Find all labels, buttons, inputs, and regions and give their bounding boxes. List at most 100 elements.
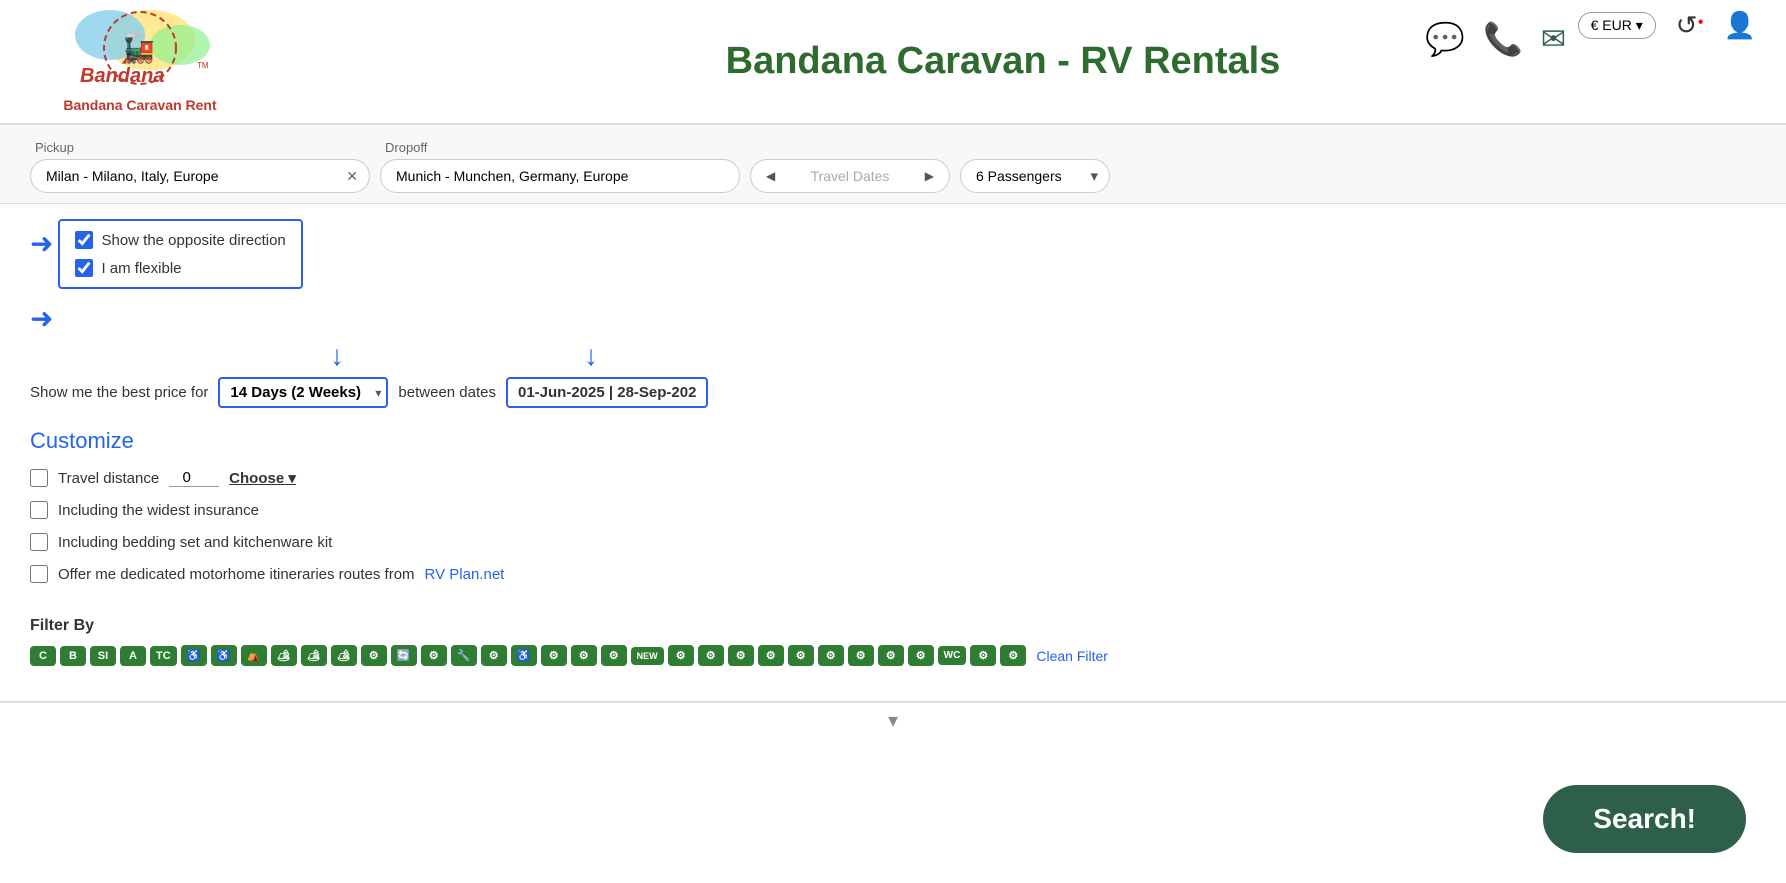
pickup-field-group: Pickup ✕ xyxy=(30,140,370,193)
currency-label: € EUR xyxy=(1591,17,1632,33)
arrow-right-1-icon: ➜ xyxy=(30,227,53,260)
user-icon[interactable]: 👤 xyxy=(1724,10,1756,41)
options-section: ➜ ➜ Show the opposite direction I am fle… xyxy=(0,204,1786,423)
currency-chevron-icon: ▾ xyxy=(1636,17,1643,33)
dropoff-input-wrap xyxy=(380,159,740,193)
filter-icon-gear5[interactable]: ⚙ xyxy=(571,645,597,666)
currency-selector[interactable]: € EUR ▾ xyxy=(1578,12,1656,39)
chevron-down-icon: ▾ xyxy=(888,710,898,732)
opposite-direction-option[interactable]: Show the opposite direction xyxy=(75,231,285,249)
arrow-right-2-icon: ➜ xyxy=(30,302,53,335)
filter-icon-c[interactable]: C xyxy=(30,646,56,666)
rv-plan-link[interactable]: RV Plan.net xyxy=(425,566,505,583)
opposite-direction-label: Show the opposite direction xyxy=(101,232,285,249)
dropoff-label: Dropoff xyxy=(380,140,740,155)
filter-icon-gear8[interactable]: ⚙ xyxy=(698,645,724,666)
arrow-down-2-icon: ↓ xyxy=(584,340,598,372)
choose-button[interactable]: Choose ▾ xyxy=(229,469,296,487)
filter-icon-cycle[interactable]: 🔄 xyxy=(391,645,417,666)
travel-dates-field-group: ◀ Travel Dates ▶ xyxy=(750,140,950,193)
widest-insurance-checkbox[interactable] xyxy=(30,501,48,519)
filter-icon-tc[interactable]: TC xyxy=(150,646,177,666)
filter-title: Filter By xyxy=(30,617,1756,635)
filter-icon-gear11[interactable]: ⚙ xyxy=(788,645,814,666)
customize-title: Customize xyxy=(30,428,1756,454)
filter-icon-gear9[interactable]: ⚙ xyxy=(728,645,754,666)
filter-icon-camp2[interactable]: 🏕 xyxy=(301,645,327,666)
filter-icon-b[interactable]: B xyxy=(60,646,86,666)
filter-icon-gear7[interactable]: ⚙ xyxy=(668,645,694,666)
travel-dates-next-icon[interactable]: ▶ xyxy=(925,169,934,183)
widest-insurance-option: Including the widest insurance xyxy=(30,501,1756,519)
filter-icon-gear4[interactable]: ⚙ xyxy=(541,645,567,666)
filter-icon-wc[interactable]: WC xyxy=(938,646,967,665)
filter-icons-row: C B SI A TC ♿ ♿ ⛺ 🏕 🏕 🏕 ⚙ 🔄 ⚙ 🔧 ⚙ ♿ ⚙ ⚙ … xyxy=(30,645,1756,666)
svg-text:🚂: 🚂 xyxy=(120,32,155,65)
phone-icon[interactable]: 📞 xyxy=(1483,20,1523,58)
flexible-checkbox[interactable] xyxy=(75,259,93,277)
search-button[interactable]: Search! xyxy=(1543,785,1746,853)
svg-text:TM: TM xyxy=(197,61,209,70)
travel-distance-input[interactable] xyxy=(169,469,219,487)
clean-filter-link[interactable]: Clean Filter xyxy=(1036,648,1108,664)
travel-dates-text: Travel Dates xyxy=(811,168,890,184)
logo-image: 🚂 Bandana TM xyxy=(50,10,230,95)
blue-arrows: ➜ ➜ xyxy=(30,219,53,335)
pickup-clear-button[interactable]: ✕ xyxy=(346,168,358,185)
filter-icon-gear16[interactable]: ⚙ xyxy=(970,645,996,666)
logo-area: 🚂 Bandana TM Bandana Caravan Rent xyxy=(30,10,250,113)
filter-icon-a[interactable]: A xyxy=(120,646,146,666)
filter-icon-camp3[interactable]: 🏕 xyxy=(331,645,357,666)
filter-icon-gear3[interactable]: ⚙ xyxy=(481,645,507,666)
filter-icon-accessible[interactable]: ♿ xyxy=(211,645,237,666)
travel-dates-button[interactable]: ◀ Travel Dates ▶ xyxy=(750,159,950,193)
email-icon[interactable]: ✉ xyxy=(1541,22,1566,57)
filter-icon-wrench[interactable]: 🔧 xyxy=(451,645,477,666)
travel-distance-checkbox[interactable] xyxy=(30,469,48,487)
history-icon[interactable]: ↺● xyxy=(1676,10,1704,41)
filter-icon-gear17[interactable]: ⚙ xyxy=(1000,645,1026,666)
opposite-direction-checkbox[interactable] xyxy=(75,231,93,249)
logo-tagline: Bandana Caravan Rent xyxy=(63,97,216,113)
whatsapp-icon[interactable]: 💬 xyxy=(1425,20,1465,58)
filter-icon-gear2[interactable]: ⚙ xyxy=(421,645,447,666)
header-right: € EUR ▾ ↺● 👤 xyxy=(1578,10,1756,41)
rv-plan-checkbox[interactable] xyxy=(30,565,48,583)
filter-icon-person[interactable]: ♿ xyxy=(511,645,537,666)
choose-label: Choose xyxy=(229,470,284,487)
pickup-input[interactable] xyxy=(30,159,370,193)
filter-icon-si[interactable]: SI xyxy=(90,646,116,666)
filter-icon-camp1[interactable]: 🏕 xyxy=(271,645,297,666)
duration-select-wrap: 14 Days (2 Weeks) 1 Day 2 Days 3 Days 7 … xyxy=(218,377,388,408)
search-row: Pickup ✕ Dropoff ◀ Travel Dates ▶ xyxy=(30,140,1756,193)
travel-dates-label-spacer xyxy=(750,140,950,155)
best-price-label: Show me the best price for xyxy=(30,384,208,401)
filter-icon-gear6[interactable]: ⚙ xyxy=(601,645,627,666)
options-checkbox-group: Show the opposite direction I am flexibl… xyxy=(58,219,302,289)
bedding-option: Including bedding set and kitchenware ki… xyxy=(30,533,1756,551)
travel-distance-option: Travel distance Choose ▾ xyxy=(30,469,1756,487)
bedding-checkbox[interactable] xyxy=(30,533,48,551)
rv-plan-option: Offer me dedicated motorhome itineraries… xyxy=(30,565,1756,583)
passengers-select-wrap: 6 Passengers 1 Passenger 2 Passengers 3 … xyxy=(960,159,1110,193)
filter-icon-gear14[interactable]: ⚙ xyxy=(878,645,904,666)
filter-icon-gear15[interactable]: ⚙ xyxy=(908,645,934,666)
search-section: Pickup ✕ Dropoff ◀ Travel Dates ▶ xyxy=(0,125,1786,204)
dropoff-input[interactable] xyxy=(380,159,740,193)
passengers-label-spacer xyxy=(960,140,1110,155)
filter-icon-gear10[interactable]: ⚙ xyxy=(758,645,784,666)
travel-dates-prev-icon[interactable]: ◀ xyxy=(766,169,775,183)
flexible-option[interactable]: I am flexible xyxy=(75,259,285,277)
passengers-select[interactable]: 6 Passengers 1 Passenger 2 Passengers 3 … xyxy=(960,159,1110,193)
filter-icon-tent[interactable]: ⛺ xyxy=(241,645,267,666)
filter-icon-wheelchair[interactable]: ♿ xyxy=(181,645,207,666)
filter-icon-gear12[interactable]: ⚙ xyxy=(818,645,844,666)
widest-insurance-label: Including the widest insurance xyxy=(58,502,259,519)
filter-icon-gear1[interactable]: ⚙ xyxy=(361,645,387,666)
header: 🚂 Bandana TM Bandana Caravan Rent Bandan… xyxy=(0,0,1786,125)
filter-icon-gear13[interactable]: ⚙ xyxy=(848,645,874,666)
duration-select[interactable]: 14 Days (2 Weeks) 1 Day 2 Days 3 Days 7 … xyxy=(218,377,388,408)
filter-icon-new[interactable]: NEW xyxy=(631,647,664,665)
dropoff-field-group: Dropoff xyxy=(380,140,740,193)
date-range-display[interactable]: 01-Jun-2025 | 28-Sep-202 xyxy=(506,377,708,408)
